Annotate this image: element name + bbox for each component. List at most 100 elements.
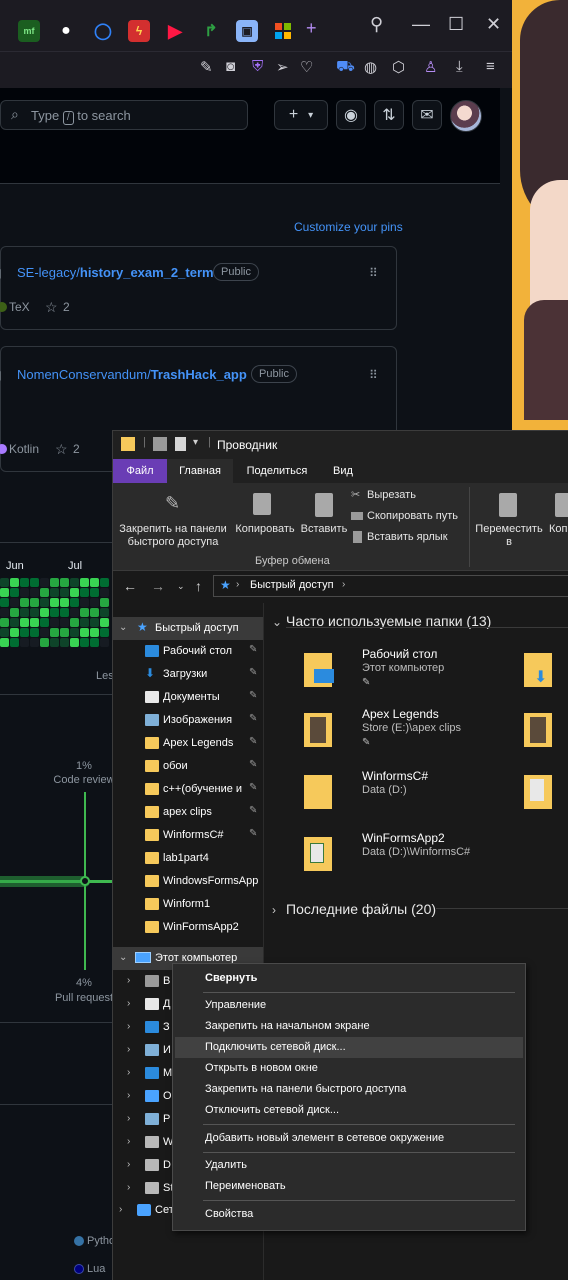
contribution-cell[interactable] [90, 628, 99, 637]
nav-item[interactable]: c++(обучение и ✎ [113, 778, 263, 801]
contribution-cell[interactable] [20, 608, 29, 617]
contribution-cell[interactable] [60, 608, 69, 617]
contribution-cell[interactable] [60, 618, 69, 627]
mf-icon[interactable]: mf [18, 20, 40, 42]
tab-home[interactable]: Главная [167, 459, 233, 483]
contribution-cell[interactable] [30, 578, 39, 587]
contribution-cell[interactable] [10, 618, 19, 627]
new-folder-icon[interactable] [175, 437, 186, 451]
contribution-cell[interactable] [30, 608, 39, 617]
contribution-cell[interactable] [50, 578, 59, 587]
chevron-right-icon[interactable]: › [127, 1182, 130, 1193]
nav-quick-access[interactable]: ⌄ ★ Быстрый доступ [113, 617, 263, 640]
contribution-cell[interactable] [20, 578, 29, 587]
chevron-right-icon[interactable]: › [127, 1090, 130, 1101]
menu-item-rename[interactable]: Переименовать [175, 1176, 523, 1197]
contribution-cell[interactable] [70, 608, 79, 617]
extension-circle-icon[interactable]: ◍ [364, 58, 377, 76]
tab-file[interactable]: Файл [113, 459, 167, 483]
contribution-cell[interactable] [80, 608, 89, 617]
pin-icon[interactable]: ✎ [249, 644, 257, 655]
recent-locations-dropdown-icon[interactable]: ⌄ [177, 581, 185, 592]
pin-icon[interactable]: ✎ [249, 805, 257, 816]
back-button[interactable]: ← [123, 578, 137, 594]
cube-icon[interactable]: ⬡ [392, 58, 405, 76]
properties-icon[interactable] [153, 437, 167, 451]
menu-item-manage[interactable]: Управление [175, 995, 523, 1016]
menu-item-map-network-drive[interactable]: Подключить сетевой диск... [175, 1037, 523, 1058]
pin-quick-access-button[interactable]: ✎ Закрепить на панели быстрого доступа [113, 489, 231, 549]
recent-files-header[interactable]: Последние файлы (20) [286, 901, 436, 917]
paste-button[interactable]: Вставить [297, 489, 349, 539]
menu-item-collapse[interactable]: Свернуть [175, 968, 523, 989]
contribution-cell[interactable] [70, 628, 79, 637]
contribution-cell[interactable] [0, 618, 9, 627]
contribution-cell[interactable] [20, 598, 29, 607]
chevron-right-icon[interactable]: › [127, 975, 130, 986]
contribution-cell[interactable] [60, 578, 69, 587]
tab-share[interactable]: Поделиться [237, 459, 317, 483]
contribution-cell[interactable] [90, 638, 99, 647]
copy-to-button[interactable]: Копи [549, 489, 568, 549]
contribution-cell[interactable] [20, 588, 29, 597]
nav-item[interactable]: apex clips ✎ [113, 801, 263, 824]
nav-item[interactable]: Документы ✎ [113, 686, 263, 709]
pin-icon[interactable]: ✎ [249, 667, 257, 678]
contribution-cell[interactable] [40, 628, 49, 637]
chevron-right-icon[interactable]: › [127, 1067, 130, 1078]
puzzle-icon[interactable]: ▣ [236, 20, 258, 42]
contribution-cell[interactable] [30, 628, 39, 637]
nav-item[interactable]: WindowsFormsApp [113, 870, 263, 893]
pin-icon[interactable]: ✎ [249, 690, 257, 701]
repo-link[interactable]: SE-legacy/history_exam_2_term [17, 265, 214, 280]
repo-link[interactable]: NomenConservandum/TrashHack_app [17, 367, 247, 382]
chevron-right-icon[interactable]: › [127, 998, 130, 1009]
chevron-right-icon[interactable]: › [127, 1136, 130, 1147]
pin-icon[interactable]: ✎ [249, 759, 257, 770]
shield-icon[interactable]: ⛨ [252, 58, 263, 75]
chevron-right-icon[interactable]: › [119, 1204, 122, 1215]
contribution-cell[interactable] [90, 588, 99, 597]
inbox-button[interactable]: ✉ [412, 100, 442, 130]
contribution-cell[interactable] [30, 588, 39, 597]
arrow-icon[interactable]: ↱ [200, 20, 222, 42]
drag-handle-icon[interactable]: ⠿ [369, 368, 378, 382]
contribution-cell[interactable] [0, 608, 9, 617]
contribution-cell[interactable] [70, 638, 79, 647]
contribution-cell[interactable] [40, 608, 49, 617]
contribution-cell[interactable] [80, 598, 89, 607]
contribution-cell[interactable] [40, 638, 49, 647]
contribution-cell[interactable] [60, 588, 69, 597]
heart-icon[interactable]: ♡ [300, 58, 313, 76]
cart-icon[interactable]: ⛟ [336, 58, 355, 77]
contribution-cell[interactable] [60, 598, 69, 607]
contribution-cell[interactable] [70, 618, 79, 627]
minimize-button[interactable]: — [412, 14, 430, 35]
menu-item-delete[interactable]: Удалить [175, 1155, 523, 1176]
nav-item[interactable]: обои ✎ [113, 755, 263, 778]
copy-path-button[interactable]: Скопировать путь [351, 508, 471, 526]
menu-item-open-new-window[interactable]: Открыть в новом окне [175, 1058, 523, 1079]
paste-shortcut-button[interactable]: Вставить ярлык [351, 529, 471, 547]
download-icon[interactable]: ⤓ [456, 58, 463, 75]
contribution-cell[interactable] [20, 628, 29, 637]
contribution-cell[interactable] [100, 588, 109, 597]
folder-tile[interactable]: WinFormsApp2 Data (D:)\WinformsC# [300, 831, 500, 881]
contribution-cell[interactable] [0, 628, 9, 637]
chevron-down-icon[interactable]: ⌄ [119, 952, 127, 963]
contribution-cell[interactable] [10, 578, 19, 587]
contribution-cell[interactable] [90, 598, 99, 607]
quick-access-toolbar-dropdown-icon[interactable]: ▾ [193, 437, 198, 448]
contribution-cell[interactable] [0, 588, 9, 597]
contribution-cell[interactable] [100, 618, 109, 627]
nav-item[interactable]: lab1part4 [113, 847, 263, 870]
menu-item-pin-start[interactable]: Закрепить на начальном экране [175, 1016, 523, 1037]
contribution-cell[interactable] [50, 618, 59, 627]
contribution-cell[interactable] [50, 608, 59, 617]
contribution-cell[interactable] [60, 638, 69, 647]
breadcrumb-chevron-icon[interactable]: › [342, 579, 345, 590]
pin-icon[interactable]: ✎ [249, 782, 257, 793]
search-tabs-icon[interactable]: ⚲ [370, 14, 383, 35]
send-icon[interactable]: ➢ [276, 58, 289, 76]
pin-icon[interactable]: ✎ [249, 736, 257, 747]
